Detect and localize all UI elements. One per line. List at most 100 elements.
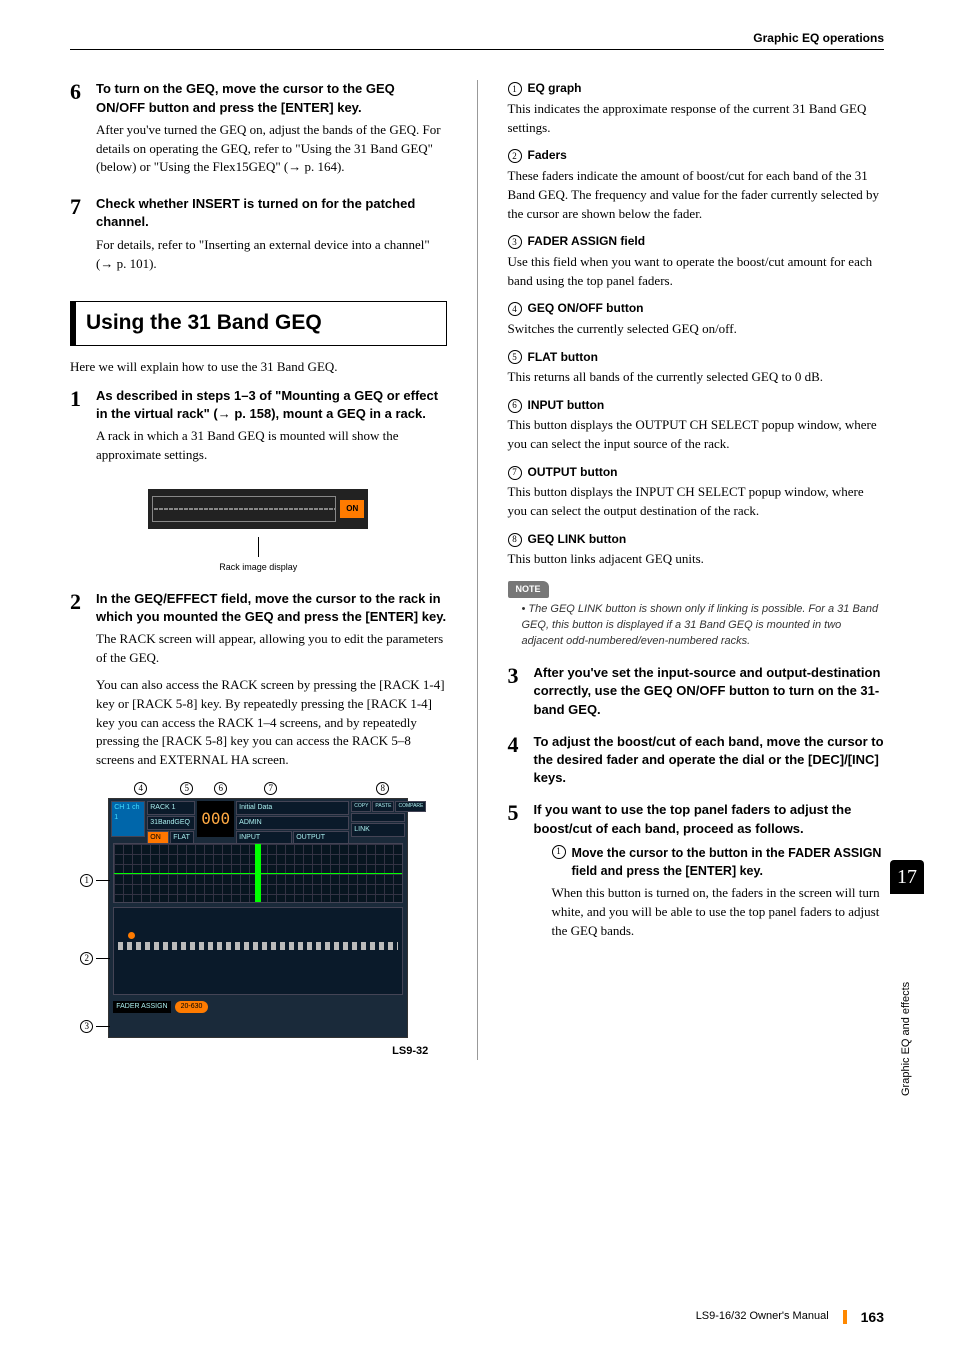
desc-number: 2 xyxy=(508,149,522,163)
desc-title: GEQ LINK button xyxy=(528,531,627,548)
rack-on-indicator: ON xyxy=(340,500,364,518)
rack-image-display: ON xyxy=(148,489,368,529)
callout-circle: 7 xyxy=(264,782,277,795)
step-text: A rack in which a 31 Band GEQ is mounted… xyxy=(96,427,447,465)
rack-caption-text: Rack image display xyxy=(219,562,297,572)
scene-title: Initial Data xyxy=(236,801,349,815)
desc-text: Switches the currently selected GEQ on/o… xyxy=(508,320,885,339)
callout-circle: 1 xyxy=(80,874,93,887)
desc-number: 5 xyxy=(508,350,522,364)
paste-button: PASTE xyxy=(372,801,394,812)
desc-text: These faders indicate the amount of boos… xyxy=(508,167,885,224)
step-number: 4 xyxy=(508,733,534,756)
step-number: 6 xyxy=(70,80,96,103)
scene-digits: 000 xyxy=(197,801,234,837)
desc-title: EQ graph xyxy=(528,80,582,97)
model-label: LS9-32 xyxy=(78,1044,438,1060)
desc-number: 8 xyxy=(508,533,522,547)
step-number: 2 xyxy=(70,590,96,613)
pointer-line xyxy=(258,537,259,557)
compare-button: COMPARE xyxy=(395,801,426,812)
desc-number: 4 xyxy=(508,302,522,316)
step-number: 7 xyxy=(70,195,96,218)
sub-step-1: 1 Move the cursor to the button in the F… xyxy=(552,844,885,880)
callout-2: 2 xyxy=(80,952,110,965)
callout-line xyxy=(96,880,110,881)
copy-button: COPY xyxy=(351,801,371,812)
fader-assign-label: FADER ASSIGN xyxy=(113,1001,170,1013)
step-6: 6 To turn on the GEQ, move the cursor to… xyxy=(70,80,447,185)
step-text: The RACK screen will appear, allowing yo… xyxy=(96,630,447,668)
rack-caption: Rack image display xyxy=(70,537,447,574)
left-column: 6 To turn on the GEQ, move the cursor to… xyxy=(70,80,447,1060)
desc-title: GEQ ON/OFF button xyxy=(528,300,644,317)
callout-circle: 8 xyxy=(376,782,389,795)
step-number: 3 xyxy=(508,664,534,687)
page-footer: LS9-16/32 Owner's Manual 163 xyxy=(70,1307,884,1327)
chapter-tab: 17 xyxy=(890,860,924,894)
step-2: 2 In the GEQ/EFFECT field, move the curs… xyxy=(70,590,447,778)
step-title: To adjust the boost/cut of each band, mo… xyxy=(534,733,885,788)
admin-label: ADMIN xyxy=(236,816,349,830)
ch-label: CH 1 ch 1 xyxy=(111,801,145,837)
desc-text: This returns all bands of the currently … xyxy=(508,368,885,387)
callout-circle: 2 xyxy=(80,952,93,965)
link-button: LINK xyxy=(351,823,405,837)
step-title: To turn on the GEQ, move the cursor to t… xyxy=(96,80,447,116)
step-5: 5 If you want to use the top panel fader… xyxy=(508,801,885,948)
fader-area xyxy=(113,907,403,995)
desc-text: This button displays the OUTPUT CH SELEC… xyxy=(508,416,885,454)
note-label: NOTE xyxy=(508,581,549,598)
step-title: In the GEQ/EFFECT field, move the cursor… xyxy=(96,590,447,626)
desc-fader-assign: 3 FADER ASSIGN field Use this field when … xyxy=(508,233,885,290)
chapter-side-label: Graphic EQ and effects xyxy=(890,894,924,1104)
sub-step-title: Move the cursor to the button in the FAD… xyxy=(572,844,885,880)
sub-step-number: 1 xyxy=(552,845,566,859)
desc-text: Use this field when you want to operate … xyxy=(508,253,885,291)
desc-eq-graph: 1EQ graph This indicates the approximate… xyxy=(508,80,885,137)
desc-text: This button links adjacent GEQ units. xyxy=(508,550,885,569)
geq-type-label: 31BandGEQ xyxy=(147,816,195,830)
rack-label: RACK 1 xyxy=(147,801,195,815)
selected-fader-icon xyxy=(128,932,135,939)
desc-text: This indicates the approximate response … xyxy=(508,100,885,138)
callout-circle: 4 xyxy=(134,782,147,795)
section-intro: Here we will explain how to use the 31 B… xyxy=(70,358,447,377)
note-text: • The GEQ LINK button is shown only if l… xyxy=(508,598,885,650)
desc-title: FADER ASSIGN field xyxy=(528,233,646,250)
desc-title: OUTPUT button xyxy=(528,464,618,481)
fader-assign-range: 20-630 xyxy=(175,1001,209,1013)
rack-eq-graphic xyxy=(152,496,336,522)
callout-1: 1 xyxy=(80,874,110,887)
desc-title: FLAT button xyxy=(528,349,598,366)
step-title: As described in steps 1–3 of "Mounting a… xyxy=(96,387,447,423)
sub-step-text: When this button is turned on, the fader… xyxy=(552,884,885,941)
right-column: 1 EQ graph This indicates the approximate… xyxy=(508,80,885,1060)
step-3: 3 After you've set the input-source and … xyxy=(508,664,885,723)
step-text: After you've turned the GEQ on, adjust t… xyxy=(96,121,447,178)
step-title: If you want to use the top panel faders … xyxy=(534,801,885,837)
callout-circle: 5 xyxy=(180,782,193,795)
desc-number: 7 xyxy=(508,466,522,480)
section-heading: Using the 31 Band GEQ xyxy=(70,301,447,345)
footer-bar-icon xyxy=(843,1310,847,1324)
callout-line xyxy=(96,1026,110,1027)
callout-line xyxy=(96,958,110,959)
page-number: 163 xyxy=(861,1307,884,1327)
header-section: Graphic EQ operations xyxy=(70,30,884,50)
step-7: 7 Check whether INSERT is turned on for … xyxy=(70,195,447,281)
step-number: 5 xyxy=(508,801,534,824)
eq-graph-area xyxy=(113,843,403,903)
callout-3: 3 xyxy=(80,1020,110,1033)
desc-output: 7OUTPUT button This button displays the … xyxy=(508,464,885,521)
step-title: After you've set the input-source and ou… xyxy=(534,664,885,719)
desc-number: 3 xyxy=(508,235,522,249)
desc-faders: 2 Faders These faders indicate the amount… xyxy=(508,147,885,223)
column-divider xyxy=(477,80,478,1060)
desc-flat: 5 FLAT button This returns all bands of t… xyxy=(508,349,885,387)
manual-title: LS9-16/32 Owner's Manual xyxy=(696,1309,829,1325)
step-text: You can also access the RACK screen by p… xyxy=(96,676,447,770)
step-text: For details, refer to "Inserting an exte… xyxy=(96,236,447,274)
rack-thumb xyxy=(351,813,405,822)
desc-title: Faders xyxy=(528,147,567,164)
